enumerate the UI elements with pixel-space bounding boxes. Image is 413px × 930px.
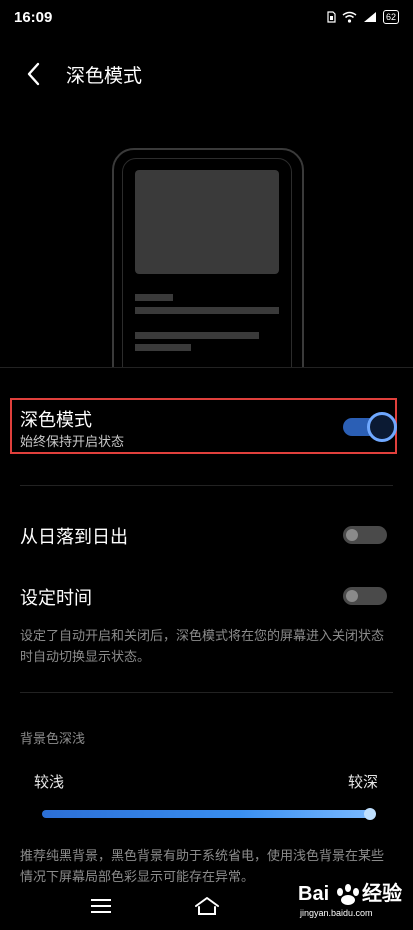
preview-image-block <box>135 170 279 274</box>
preview-line <box>135 332 259 339</box>
svg-text:Bai: Bai <box>298 883 329 905</box>
divider <box>0 367 413 368</box>
sunset-sunrise-toggle[interactable] <box>343 526 387 544</box>
menu-icon[interactable] <box>91 898 111 914</box>
divider <box>20 692 393 693</box>
divider <box>20 485 393 486</box>
preview-line <box>135 307 279 314</box>
schedule-row[interactable]: 设定时间 <box>20 581 390 611</box>
slider-min-label: 较浅 <box>34 773 65 791</box>
dark-mode-row[interactable]: 深色模式 始终保持开启状态 <box>20 404 397 450</box>
background-depth-label: 背景色深浅 <box>20 732 86 747</box>
preview-line <box>135 344 191 351</box>
battery-level: 62 <box>382 10 399 24</box>
schedule-toggle[interactable] <box>343 587 387 605</box>
home-icon[interactable] <box>193 895 221 917</box>
dark-mode-toggle[interactable] <box>343 412 397 442</box>
slider-max-label: 较深 <box>348 773 379 791</box>
back-icon[interactable] <box>22 60 48 88</box>
svg-text:jingyan.baidu.com: jingyan.baidu.com <box>299 908 373 918</box>
sim-icon <box>327 11 336 23</box>
baidu-jingyan-watermark: Bai 经验 jingyan.baidu.com <box>298 881 402 918</box>
toggle-knob <box>367 412 397 442</box>
schedule-label: 设定时间 <box>20 588 92 609</box>
toggle-knob <box>346 590 358 602</box>
sunset-sunrise-label: 从日落到日出 <box>20 527 128 548</box>
signal-icon <box>363 12 376 22</box>
theme-preview-illustration <box>0 110 413 368</box>
page-title: 深色模式 <box>66 65 143 87</box>
status-time: 16:09 <box>14 9 53 26</box>
schedule-description: 设定了自动开启和关闭后，深色模式将在您的屏幕进入关闭状态时自动切换显示状态。 <box>20 629 385 665</box>
slider-thumb[interactable] <box>364 808 376 820</box>
toggle-knob <box>346 529 358 541</box>
dark-mode-subtitle: 始终保持开启状态 <box>20 435 125 450</box>
svg-text:经验: 经验 <box>362 881 402 905</box>
sunset-sunrise-row[interactable]: 从日落到日出 <box>20 520 390 550</box>
background-depth-slider[interactable] <box>42 810 372 818</box>
status-icons: 62 <box>327 10 399 24</box>
preview-line <box>135 294 173 301</box>
dark-mode-title: 深色模式 <box>20 410 92 431</box>
wifi-icon <box>342 11 357 23</box>
